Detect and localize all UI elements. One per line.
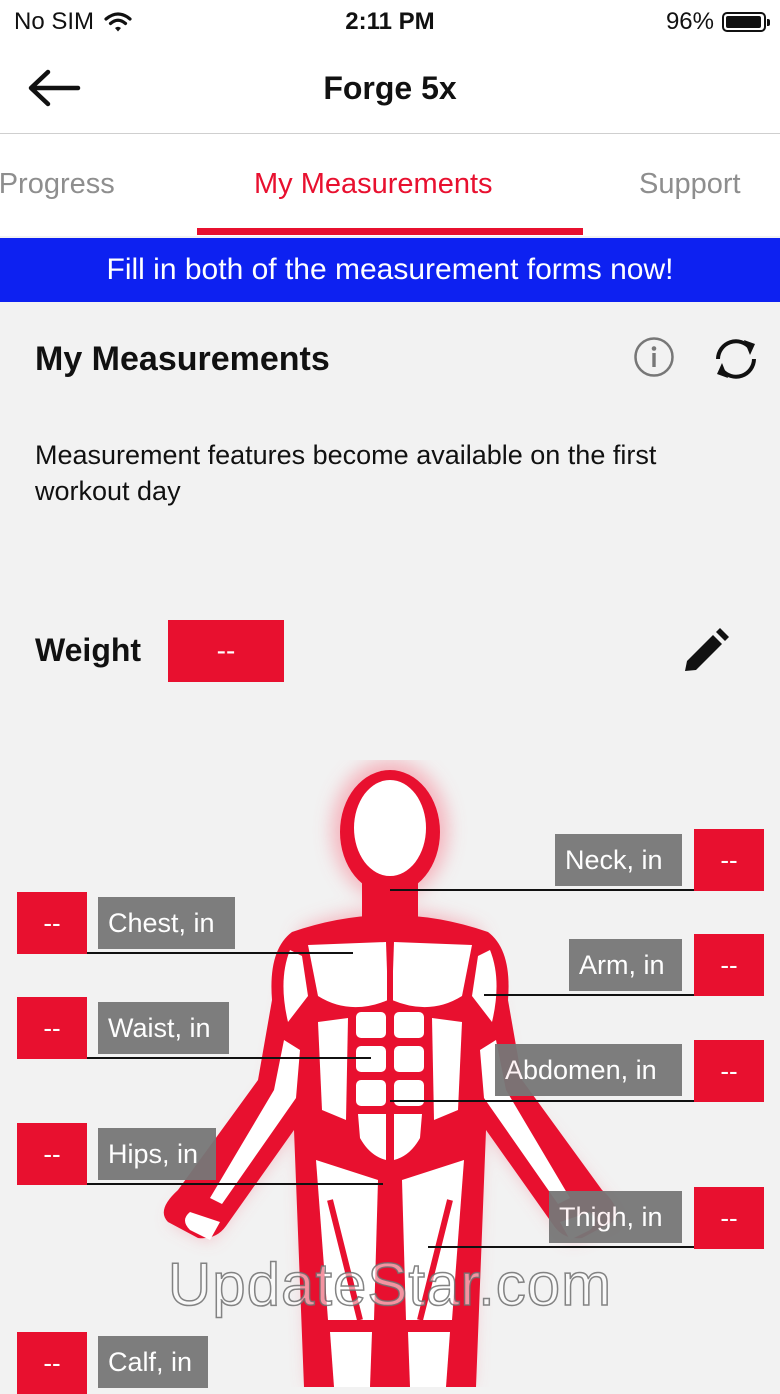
refresh-icon (716, 339, 756, 379)
page-title: Forge 5x (323, 70, 457, 106)
abdomen-value-button[interactable]: -- (694, 1040, 764, 1102)
abdomen-label: Abdomen, in (495, 1044, 682, 1096)
tab-my-measurements[interactable]: My Measurements (254, 168, 493, 201)
status-time: 2:11 PM (345, 8, 435, 35)
info-icon (634, 337, 674, 377)
tab-support[interactable]: Support (639, 168, 741, 201)
thigh-label: Thigh, in (549, 1191, 682, 1243)
battery-percent: 96% (665, 8, 714, 35)
chest-value-button[interactable]: -- (17, 892, 87, 954)
refresh-button[interactable] (710, 334, 762, 384)
active-tab-indicator (197, 228, 583, 235)
status-right: 96% (665, 8, 770, 36)
neck-label: Neck, in (555, 834, 682, 886)
nav-bar: Forge 5x (0, 44, 780, 134)
arm-label: Arm, in (569, 939, 682, 991)
weight-label: Weight (35, 632, 142, 668)
pencil-icon (685, 628, 729, 671)
calf-value-button[interactable]: -- (17, 1332, 87, 1394)
hips-value-button[interactable]: -- (17, 1123, 87, 1185)
waist-label: Waist, in (98, 1002, 229, 1054)
tab-bar: My Progress My Measurements Support (0, 134, 780, 236)
notice-banner[interactable]: Fill in both of the measurement forms no… (0, 238, 780, 302)
chest-label: Chest, in (98, 897, 235, 949)
status-bar: No SIM 2:11 PM 96% (0, 0, 780, 44)
arm-value-button[interactable]: -- (694, 934, 764, 996)
availability-description: Measurement features become available on… (35, 440, 657, 506)
tab-my-progress[interactable]: My Progress (0, 168, 115, 201)
battery-icon (722, 12, 770, 32)
edit-weight-button[interactable] (680, 628, 730, 676)
waist-value-button[interactable]: -- (17, 997, 87, 1059)
calf-label: Calf, in (98, 1336, 208, 1388)
battery-fill (726, 16, 761, 28)
weight-value-button[interactable]: -- (168, 620, 284, 682)
section-title: My Measurements (35, 340, 330, 378)
hips-label: Hips, in (98, 1128, 216, 1180)
neck-value-button[interactable]: -- (694, 829, 764, 891)
thigh-value-button[interactable]: -- (694, 1187, 764, 1249)
info-button[interactable] (633, 336, 675, 378)
